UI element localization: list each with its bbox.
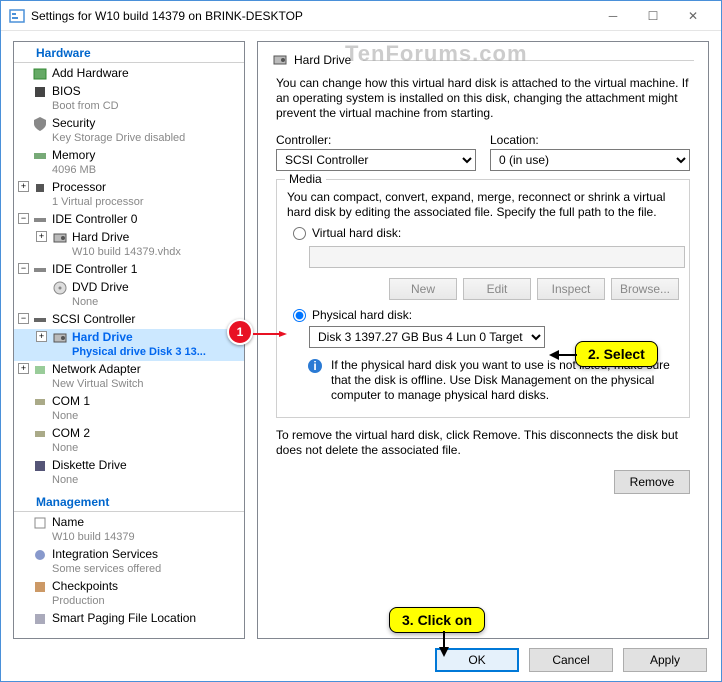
media-desc: You can compact, convert, expand, merge,…: [287, 190, 679, 220]
media-title: Media: [285, 172, 326, 186]
expander-icon[interactable]: +: [36, 231, 47, 242]
physical-radio-label: Physical hard disk:: [312, 308, 412, 322]
name-icon: [32, 515, 48, 531]
processor-icon: [32, 180, 48, 196]
expander-icon[interactable]: −: [18, 263, 29, 274]
expander-icon[interactable]: +: [36, 331, 47, 342]
remove-button[interactable]: Remove: [614, 470, 690, 494]
network-icon: [32, 362, 48, 378]
diskette-icon: [32, 458, 48, 474]
tree-item-name[interactable]: NameW10 build 14379: [14, 514, 244, 546]
tree-item-processor[interactable]: + Processor1 Virtual processor: [14, 179, 244, 211]
management-header: Management: [14, 493, 244, 512]
expander-icon[interactable]: −: [18, 213, 29, 224]
window-title: Settings for W10 build 14379 on BRINK-DE…: [31, 9, 593, 23]
vhd-radio-label: Virtual hard disk:: [312, 226, 401, 240]
tree-item-scsi[interactable]: − SCSI Controller: [14, 311, 244, 329]
location-select[interactable]: 0 (in use): [490, 149, 690, 171]
media-group: Media You can compact, convert, expand, …: [276, 179, 690, 418]
svg-text:i: i: [313, 359, 316, 373]
smartpaging-icon: [32, 611, 48, 627]
tree-item-security[interactable]: SecurityKey Storage Drive disabled: [14, 115, 244, 147]
tree-item-add-hardware[interactable]: Add Hardware: [14, 65, 244, 83]
hard-drive-icon: [52, 330, 68, 346]
edit-button: Edit: [463, 278, 531, 300]
controller-icon: [32, 212, 48, 228]
tree-item-bios[interactable]: BIOSBoot from CD: [14, 83, 244, 115]
annotation-select: 2. Select: [575, 341, 658, 367]
add-hardware-icon: [32, 66, 48, 82]
hard-drive-icon: [272, 52, 288, 68]
security-icon: [32, 116, 48, 132]
apply-button[interactable]: Apply: [623, 648, 707, 672]
hardware-header: Hardware: [14, 44, 244, 63]
memory-icon: [32, 148, 48, 164]
divider: [363, 60, 694, 61]
tree-item-scsi-hd[interactable]: + Hard DrivePhysical drive Disk 3 13...: [14, 329, 244, 361]
cancel-button[interactable]: Cancel: [529, 648, 613, 672]
tree-item-network[interactable]: + Network AdapterNew Virtual Switch: [14, 361, 244, 393]
section-title: Hard Drive: [294, 53, 351, 67]
info-icon: i: [307, 358, 323, 374]
vhd-radio[interactable]: [293, 227, 306, 240]
controller-label: Controller:: [276, 133, 476, 147]
hard-drive-icon: [52, 230, 68, 246]
detail-pane: Hard Drive You can change how this virtu…: [257, 41, 709, 639]
remove-desc: To remove the virtual hard disk, click R…: [276, 428, 690, 458]
annotation-badge-1: 1: [227, 319, 253, 345]
physical-disk-select[interactable]: Disk 3 1397.27 GB Bus 4 Lun 0 Target 0: [309, 326, 545, 348]
tree-item-ide0-hd[interactable]: + Hard DriveW10 build 14379.vhdx: [14, 229, 244, 261]
com-port-icon: [32, 394, 48, 410]
com-port-icon: [32, 426, 48, 442]
browse-button: Browse...: [611, 278, 679, 300]
tree-item-com2[interactable]: COM 2None: [14, 425, 244, 457]
checkpoints-icon: [32, 579, 48, 595]
intro-text: You can change how this virtual hard dis…: [276, 76, 690, 121]
expander-icon[interactable]: +: [18, 363, 29, 374]
settings-tree[interactable]: Hardware Add Hardware BIOSBoot from CD S…: [13, 41, 245, 639]
titlebar: Settings for W10 build 14379 on BRINK-DE…: [1, 1, 721, 31]
tree-item-com1[interactable]: COM 1None: [14, 393, 244, 425]
maximize-button[interactable]: ☐: [633, 1, 673, 31]
annotation-click: 3. Click on: [389, 607, 485, 633]
close-button[interactable]: ✕: [673, 1, 713, 31]
bios-icon: [32, 84, 48, 100]
inspect-button: Inspect: [537, 278, 605, 300]
app-icon: [9, 8, 25, 24]
controller-select[interactable]: SCSI Controller: [276, 149, 476, 171]
tree-item-memory[interactable]: Memory4096 MB: [14, 147, 244, 179]
controller-icon: [32, 262, 48, 278]
dvd-icon: [52, 280, 68, 296]
tree-item-smartpaging[interactable]: Smart Paging File Location: [14, 610, 244, 628]
new-button: New: [389, 278, 457, 300]
tree-item-integration[interactable]: Integration ServicesSome services offere…: [14, 546, 244, 578]
tree-item-diskette[interactable]: Diskette DriveNone: [14, 457, 244, 489]
controller-icon: [32, 312, 48, 328]
expander-icon[interactable]: −: [18, 313, 29, 324]
physical-radio[interactable]: [293, 309, 306, 322]
tree-item-ide0[interactable]: − IDE Controller 0: [14, 211, 244, 229]
dialog-footer: OK Cancel Apply: [1, 639, 721, 681]
tree-item-ide1[interactable]: − IDE Controller 1: [14, 261, 244, 279]
tree-item-dvd[interactable]: DVD DriveNone: [14, 279, 244, 311]
vhd-path-input: [309, 246, 685, 268]
expander-icon[interactable]: +: [18, 181, 29, 192]
minimize-button[interactable]: ─: [593, 1, 633, 31]
location-label: Location:: [490, 133, 690, 147]
tree-item-checkpoints[interactable]: CheckpointsProduction: [14, 578, 244, 610]
integration-icon: [32, 547, 48, 563]
